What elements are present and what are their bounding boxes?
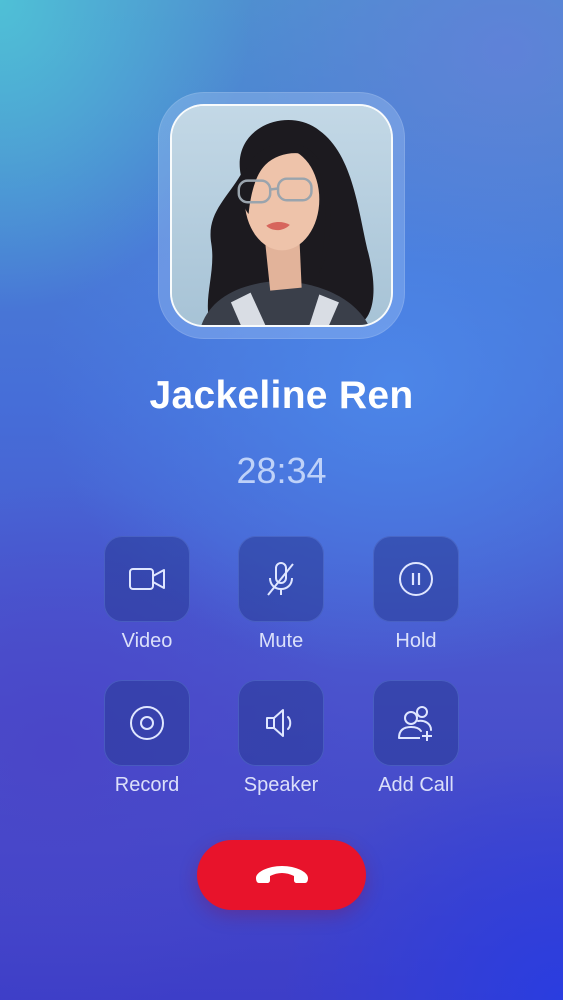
speaker-icon (266, 709, 292, 737)
mute-button[interactable] (238, 536, 324, 622)
call-screen: Jackeline Ren 28:34 Video Mute Hold Reco… (0, 0, 563, 1000)
hang-up-icon (255, 866, 308, 883)
add-call-button[interactable] (373, 680, 459, 766)
video-camera-icon (129, 568, 165, 590)
speaker-label: Speaker (243, 774, 319, 796)
call-timer: 28:34 (236, 450, 327, 491)
contact-photo (172, 106, 391, 325)
mute-control[interactable]: Mute (221, 536, 341, 653)
video-button[interactable] (104, 536, 190, 622)
contact-name: Jackeline Ren (149, 374, 414, 417)
speaker-control[interactable]: Speaker (221, 680, 341, 797)
hold-button[interactable] (373, 536, 459, 622)
video-control[interactable]: Video (87, 536, 207, 653)
record-button[interactable] (104, 680, 190, 766)
microphone-off-icon (267, 562, 294, 596)
end-call-button[interactable] (197, 840, 366, 910)
mute-label: Mute (258, 630, 304, 652)
add-call-control[interactable]: Add Call (356, 680, 476, 797)
record-label: Record (114, 774, 180, 796)
record-control[interactable]: Record (87, 680, 207, 797)
avatar (170, 104, 393, 327)
video-label: Video (121, 630, 173, 652)
pause-icon (399, 562, 433, 596)
hold-label: Hold (395, 630, 437, 652)
hold-control[interactable]: Hold (356, 536, 476, 653)
add-user-icon (398, 706, 432, 741)
speaker-button[interactable] (238, 680, 324, 766)
add-call-label: Add Call (378, 774, 454, 796)
record-icon (130, 706, 164, 740)
